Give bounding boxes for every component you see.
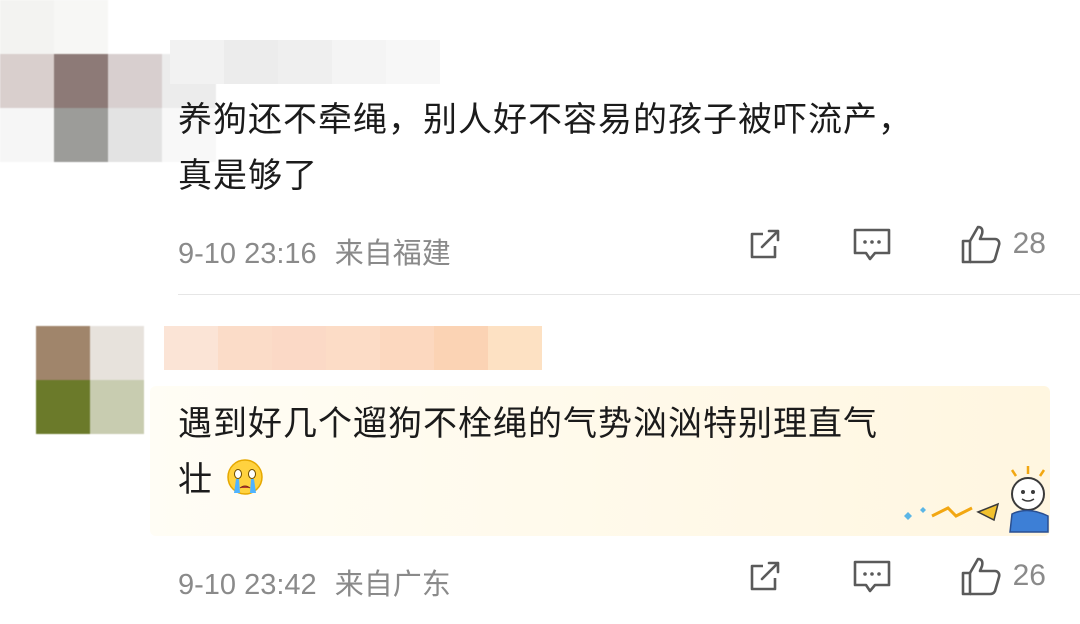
reply-button[interactable] (851, 224, 893, 264)
comment-actions: 28 (745, 222, 1046, 266)
share-icon (750, 561, 779, 591)
divider (178, 294, 1080, 295)
comment-actions: 26 (745, 554, 1046, 598)
username-blurred[interactable] (170, 40, 440, 84)
like-button[interactable]: 28 (959, 222, 1046, 266)
comment-time: 9-10 23:16 (178, 238, 317, 270)
comment-text-line: 真是够了 (178, 156, 318, 196)
avatar-blurred[interactable] (36, 326, 144, 434)
comment-text-line: 遇到好几个遛狗不栓绳的气势汹汹特别理直气 (178, 404, 878, 444)
comment-text: 养狗还不牵绳，别人好不容易的孩子被吓流产， 真是够了 (178, 92, 1038, 204)
comment-icon (853, 560, 890, 593)
reply-button[interactable] (851, 556, 893, 596)
share-button[interactable] (745, 556, 785, 596)
thumbs-up-icon (961, 557, 1001, 596)
like-count: 26 (1012, 559, 1046, 592)
like-count: 28 (1012, 227, 1046, 260)
share-icon (750, 229, 779, 259)
like-button[interactable]: 26 (959, 554, 1046, 598)
comment-location: 来自广东 (334, 569, 451, 601)
share-button[interactable] (745, 224, 785, 264)
crying-face-emoji (225, 457, 265, 514)
comment-text-line: 养狗还不牵绳，别人好不容易的孩子被吓流产， (178, 100, 913, 140)
comment-meta: 9-10 23:42 来自广东 (178, 561, 451, 603)
comment-icon (853, 228, 890, 261)
comment-item: 养狗还不牵绳，别人好不容易的孩子被吓流产， 真是够了 9-10 23:16 来自… (0, 0, 1080, 296)
comment-meta: 9-10 23:16 来自福建 (178, 230, 451, 272)
mascot-sticker-icon (904, 466, 1049, 533)
username-blurred[interactable] (164, 326, 542, 370)
comment-text-line: 壮 (178, 460, 213, 500)
comment-item: 遇到好几个遛狗不栓绳的气势汹汹特别理直气 壮 9-10 23:42 来自广东 2… (0, 296, 1080, 624)
comment-location: 来自福建 (334, 238, 451, 270)
comment-time: 9-10 23:42 (178, 569, 317, 601)
thumbs-up-icon (961, 225, 1001, 264)
